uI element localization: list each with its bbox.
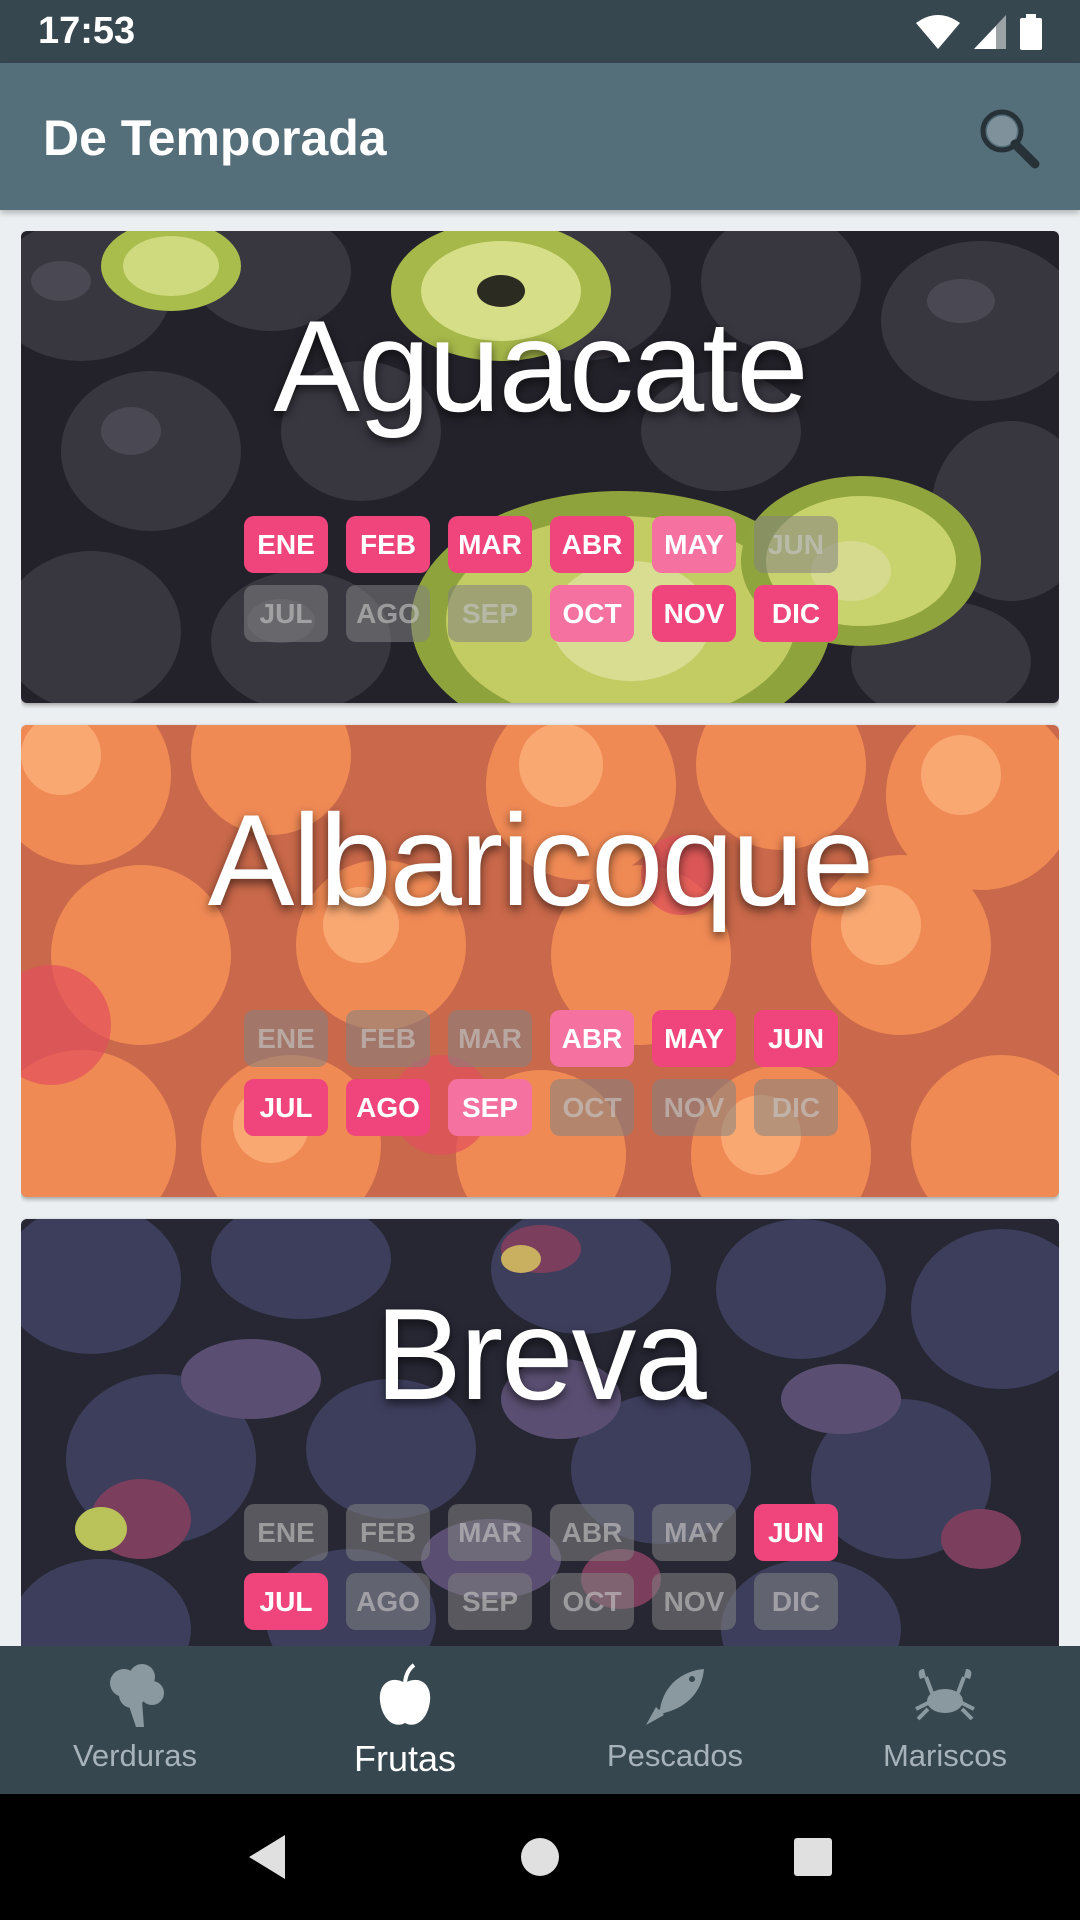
wifi-icon (916, 15, 960, 49)
broccoli-icon (99, 1660, 171, 1732)
month-chip: JUN (754, 1010, 838, 1067)
month-chip: JUL (244, 1573, 328, 1630)
month-chip: AGO (346, 1079, 430, 1136)
month-chip: JUL (244, 585, 328, 642)
month-grid: ENE FEB MAR ABR MAY JUN JUL AGO SEP OCT … (244, 1504, 844, 1630)
back-button[interactable] (237, 1827, 297, 1887)
home-icon (520, 1838, 559, 1876)
recents-icon (794, 1838, 833, 1876)
nav-pescados[interactable]: Pescados (540, 1646, 810, 1794)
month-chip: NOV (652, 1573, 736, 1630)
month-chip: AGO (346, 585, 430, 642)
nav-frutas[interactable]: Frutas (270, 1646, 540, 1794)
nav-label: Verduras (72, 1738, 198, 1773)
month-chip: FEB (346, 1504, 430, 1561)
month-chip: SEP (448, 1079, 532, 1136)
apple-icon (369, 1660, 441, 1732)
bottom-nav: Verduras Frutas Pescados Mariscos (0, 1646, 1080, 1794)
fish-icon (639, 1660, 711, 1732)
month-chip: MAY (652, 1010, 736, 1067)
month-chip: OCT (550, 585, 634, 642)
month-chip: SEP (448, 585, 532, 642)
month-chip: ABR (550, 516, 634, 573)
month-grid: ENE FEB MAR ABR MAY JUN JUL AGO SEP OCT … (244, 1010, 844, 1136)
month-chip: MAR (448, 516, 532, 573)
month-chip: MAY (652, 516, 736, 573)
month-chip: AGO (346, 1573, 430, 1630)
nav-label: Mariscos (882, 1738, 1007, 1773)
month-chip: ABR (550, 1504, 634, 1561)
recents-button[interactable] (783, 1827, 843, 1887)
month-chip: FEB (346, 516, 430, 573)
month-chip: ABR (550, 1010, 634, 1067)
nav-label: Pescados (606, 1738, 744, 1773)
app-bar: De Temporada (0, 63, 1080, 210)
card-breva[interactable]: Breva ENE FEB MAR ABR MAY JUN JUL AGO SE… (21, 1219, 1059, 1646)
system-nav-bar (0, 1794, 1080, 1920)
nav-mariscos[interactable]: Mariscos (810, 1646, 1080, 1794)
back-icon (248, 1835, 285, 1879)
signal-icon (974, 15, 1006, 49)
card-aguacate[interactable]: Aguacate ENE FEB MAR ABR MAY JUN JUL AGO… (21, 231, 1059, 703)
battery-icon (1020, 14, 1042, 50)
month-chip: MAY (652, 1504, 736, 1561)
card-title: Breva (375, 1281, 707, 1427)
month-grid: ENE FEB MAR ABR MAY JUN JUL AGO SEP OCT … (244, 516, 844, 642)
card-albaricoque[interactable]: Albaricoque ENE FEB MAR ABR MAY JUN JUL … (21, 725, 1059, 1197)
month-chip: SEP (448, 1573, 532, 1630)
month-chip: OCT (550, 1573, 634, 1630)
app-title: De Temporada (43, 110, 387, 166)
card-title: Albaricoque (207, 787, 875, 933)
month-chip: JUN (754, 516, 838, 573)
month-chip: NOV (652, 585, 736, 642)
home-button[interactable] (510, 1827, 570, 1887)
month-chip: ENE (244, 516, 328, 573)
month-chip: DIC (754, 1573, 838, 1630)
month-chip: ENE (244, 1010, 328, 1067)
nav-label: Frutas (353, 1738, 457, 1779)
month-chip: FEB (346, 1010, 430, 1067)
status-bar: 17:53 (0, 0, 1080, 63)
month-chip: OCT (550, 1079, 634, 1136)
search-button[interactable] (974, 103, 1044, 173)
crab-icon (909, 1660, 981, 1732)
produce-list[interactable]: Aguacate ENE FEB MAR ABR MAY JUN JUL AGO… (21, 231, 1059, 1646)
month-chip: NOV (652, 1079, 736, 1136)
month-chip: JUL (244, 1079, 328, 1136)
status-icons (916, 14, 1042, 50)
month-chip: ENE (244, 1504, 328, 1561)
status-time: 17:53 (38, 10, 136, 52)
month-chip: MAR (448, 1010, 532, 1067)
month-chip: DIC (754, 1079, 838, 1136)
month-chip: JUN (754, 1504, 838, 1561)
search-icon (980, 109, 1040, 169)
month-chip: MAR (448, 1504, 532, 1561)
month-chip: DIC (754, 585, 838, 642)
nav-verduras[interactable]: Verduras (0, 1646, 270, 1794)
card-title: Aguacate (273, 293, 808, 439)
